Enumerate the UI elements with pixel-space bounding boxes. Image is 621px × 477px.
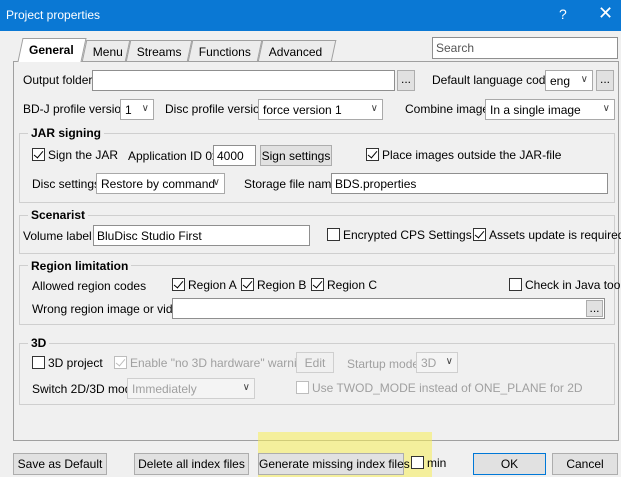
place-images-check-icon[interactable]	[366, 148, 379, 161]
save-as-default-button[interactable]: Save as Default	[13, 453, 107, 475]
tab-menu[interactable]: Menu	[81, 40, 131, 62]
close-icon[interactable]: ✕	[598, 3, 613, 24]
sign-jar-checkbox[interactable]: Sign the JAR	[32, 148, 118, 162]
output-folder-label: Output folder	[23, 73, 93, 87]
tab-general[interactable]: General	[17, 38, 87, 62]
startup-mode-select[interactable]: 3D ∨	[416, 352, 458, 373]
assets-update-checkbox[interactable]: Assets update is required	[473, 228, 621, 242]
language-more-button[interactable]: ...	[596, 70, 614, 91]
check-in-java-check-icon[interactable]	[509, 278, 522, 291]
tab-streams[interactable]: Streams	[125, 40, 193, 62]
generate-missing-index-files-button[interactable]: Generate missing index files	[258, 453, 410, 475]
wrong-region-input[interactable]	[172, 298, 605, 319]
allowed-region-codes-label: Allowed region codes	[32, 279, 147, 293]
min-check-icon[interactable]	[411, 456, 424, 469]
use-twod-mode-checkbox[interactable]: Use TWOD_MODE instead of ONE_PLANE for 2…	[296, 381, 583, 395]
switch-2d3d-label: Switch 2D/3D mode	[32, 382, 139, 396]
jar-signing-title: JAR signing	[28, 126, 105, 140]
tab-advanced[interactable]: Advanced	[257, 40, 337, 62]
assets-update-check-icon[interactable]	[473, 228, 486, 241]
disc-profile-select[interactable]: force version 1 ∨	[258, 99, 383, 120]
region-c-check-icon[interactable]	[311, 278, 324, 291]
application-id-label: Application ID 0x	[128, 149, 219, 163]
cancel-button[interactable]: Cancel	[552, 453, 618, 475]
encrypted-cps-check-icon[interactable]	[327, 228, 340, 241]
volume-label-input[interactable]: BluDisc Studio First	[93, 225, 310, 246]
region-a-check-icon[interactable]	[172, 278, 185, 291]
enable-no-3d-warning-check-icon[interactable]	[114, 356, 127, 369]
application-id-input[interactable]: 4000	[213, 145, 256, 166]
default-language-select[interactable]: eng ∨	[545, 70, 593, 91]
place-images-checkbox[interactable]: Place images outside the JAR-file	[366, 148, 561, 162]
window-title: Project properties	[6, 8, 101, 22]
output-folder-browse-button[interactable]: ...	[397, 70, 415, 91]
three-d-title: 3D	[28, 336, 50, 350]
region-limitation-title: Region limitation	[28, 259, 132, 273]
combine-images-select[interactable]: In a single image ∨	[485, 99, 615, 120]
region-c-checkbox[interactable]: Region C	[311, 278, 377, 292]
sign-jar-check-icon[interactable]	[32, 148, 45, 161]
sign-settings-button[interactable]: Sign settings	[260, 145, 332, 166]
combine-images-label: Combine images	[405, 102, 496, 116]
three-d-project-check-icon[interactable]	[32, 356, 45, 369]
tab-functions[interactable]: Functions	[187, 40, 263, 62]
bdj-profile-label: BD-J profile version	[23, 102, 128, 116]
disc-profile-label: Disc profile version	[165, 102, 267, 116]
enable-no-3d-warning-checkbox[interactable]: Enable "no 3D hardware" warning	[114, 356, 310, 370]
storage-file-input[interactable]: BDS.properties	[331, 173, 608, 194]
check-in-java-checkbox[interactable]: Check in Java too	[509, 278, 620, 292]
region-a-checkbox[interactable]: Region A	[172, 278, 237, 292]
volume-label-label: Volume label	[23, 229, 92, 243]
disc-settings-select[interactable]: Restore by command ∨	[96, 173, 225, 194]
search-input[interactable]: Search	[432, 37, 618, 59]
switch-2d3d-select[interactable]: Immediately ∨	[127, 378, 255, 399]
storage-file-label: Storage file name	[244, 177, 339, 191]
region-b-check-icon[interactable]	[241, 278, 254, 291]
disc-settings-label: Disc settings	[32, 177, 101, 191]
help-button[interactable]: ?	[559, 6, 567, 22]
title-bar: Project properties ? ✕	[0, 0, 621, 31]
wrong-region-label: Wrong region image or video	[32, 302, 186, 316]
output-folder-input[interactable]	[92, 70, 395, 91]
region-b-checkbox[interactable]: Region B	[241, 278, 306, 292]
delete-all-index-files-button[interactable]: Delete all index files	[134, 453, 249, 475]
scenarist-title: Scenarist	[28, 208, 89, 222]
ok-button[interactable]: OK	[473, 453, 546, 475]
three-d-project-checkbox[interactable]: 3D project	[32, 356, 103, 370]
startup-mode-label: Startup mode	[347, 357, 420, 371]
min-checkbox[interactable]: min	[411, 456, 446, 470]
default-language-label: Default language code	[432, 73, 553, 87]
use-twod-mode-check-icon[interactable]	[296, 381, 309, 394]
wrong-region-browse-button[interactable]: ...	[586, 300, 603, 317]
bdj-profile-select[interactable]: 1 ∨	[120, 99, 154, 120]
encrypted-cps-checkbox[interactable]: Encrypted CPS Settings	[327, 228, 472, 242]
edit-button[interactable]: Edit	[296, 352, 334, 373]
